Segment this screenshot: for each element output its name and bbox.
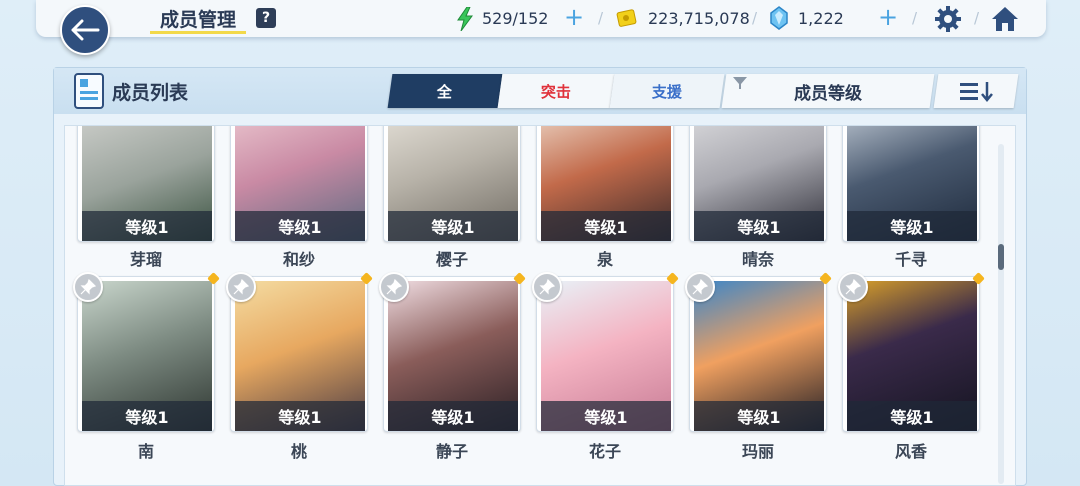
tab-striker[interactable]: 突击 xyxy=(497,74,615,108)
settings-gear-icon[interactable] xyxy=(934,5,962,33)
member-list-panel: 成员列表 全 突击 支援 成员等级 等级1 芽瑠 等级1 和纱 等级1 樱子 等… xyxy=(53,67,1027,486)
character-portrait: 等级1 xyxy=(847,126,977,241)
character-level: 等级1 xyxy=(541,211,671,241)
pin-button[interactable] xyxy=(838,272,868,302)
character-level: 等级1 xyxy=(847,401,977,431)
character-name: 南 xyxy=(137,442,154,461)
home-icon[interactable] xyxy=(990,5,1020,33)
member-list-icon xyxy=(74,73,104,109)
sort-label: 成员等级 xyxy=(794,83,862,104)
character-card[interactable]: 等级1 xyxy=(689,126,827,242)
pyroxene-plus-button[interactable]: + xyxy=(878,5,898,29)
pyroxene-value: 1,222 xyxy=(798,9,844,28)
separator: / xyxy=(974,9,980,27)
character-name: 晴奈 xyxy=(741,250,774,269)
character-name: 和纱 xyxy=(282,250,315,269)
character-level: 等级1 xyxy=(694,211,824,241)
character-level: 等级1 xyxy=(847,211,977,241)
character-card[interactable]: 等级1 xyxy=(536,126,674,242)
character-portrait: 等级1 xyxy=(388,126,518,241)
character-portrait: 等级1 xyxy=(235,126,365,241)
credit-icon xyxy=(616,9,637,27)
character-portrait: 等级1 xyxy=(694,126,824,241)
character-portrait: 等级1 xyxy=(388,281,518,431)
pin-icon xyxy=(233,279,249,295)
sort-order-icon xyxy=(960,82,993,102)
character-name: 千寻 xyxy=(894,250,927,269)
credits-value: 223,715,078 xyxy=(648,9,750,28)
character-portrait: 等级1 xyxy=(541,126,671,241)
character-card[interactable]: 等级1 xyxy=(689,276,827,432)
character-portrait: 等级1 xyxy=(82,281,212,431)
panel-title: 成员列表 xyxy=(112,82,189,104)
character-card[interactable]: 等级1 xyxy=(842,276,980,432)
character-level: 等级1 xyxy=(694,401,824,431)
help-button[interactable]: ? xyxy=(256,8,276,28)
character-level: 等级1 xyxy=(82,211,212,241)
ap-plus-button[interactable]: + xyxy=(564,5,584,29)
ap-energy-icon xyxy=(457,7,473,31)
pin-button[interactable] xyxy=(532,272,562,302)
title-underline xyxy=(150,31,246,34)
character-level: 等级1 xyxy=(82,401,212,431)
tab-special-label: 支援 xyxy=(651,82,682,101)
top-bar: 成员管理 ? 529/152 + / 223,715,078 / 1,222 +… xyxy=(36,0,1046,37)
separator: / xyxy=(598,9,604,27)
sort-order-button[interactable] xyxy=(933,74,1019,108)
character-name: 芽瑠 xyxy=(129,250,162,269)
character-level: 等级1 xyxy=(388,401,518,431)
pin-icon xyxy=(80,279,96,295)
character-name: 静子 xyxy=(435,442,468,461)
tab-all[interactable]: 全 xyxy=(387,74,503,108)
separator: / xyxy=(752,9,758,27)
separator: / xyxy=(912,9,918,27)
pin-icon xyxy=(539,279,555,295)
character-portrait: 等级1 xyxy=(541,281,671,431)
character-card[interactable]: 等级1 xyxy=(383,126,521,242)
character-card[interactable]: 等级1 xyxy=(230,126,368,242)
pin-button[interactable] xyxy=(685,272,715,302)
ap-value: 529/152 xyxy=(482,9,549,28)
character-card[interactable]: 等级1 xyxy=(536,276,674,432)
pin-button[interactable] xyxy=(226,272,256,302)
page-title: 成员管理 xyxy=(160,9,237,31)
character-card[interactable]: 等级1 xyxy=(383,276,521,432)
pin-button[interactable] xyxy=(379,272,409,302)
character-name: 樱子 xyxy=(435,250,468,269)
character-level: 等级1 xyxy=(541,401,671,431)
character-portrait: 等级1 xyxy=(82,126,212,241)
back-arrow-icon xyxy=(71,19,100,41)
character-card[interactable]: 等级1 xyxy=(77,126,215,242)
tab-striker-label: 突击 xyxy=(540,82,571,101)
character-name: 花子 xyxy=(588,442,621,461)
scrollbar[interactable] xyxy=(998,144,1004,484)
character-level: 等级1 xyxy=(235,211,365,241)
character-card[interactable]: 等级1 xyxy=(77,276,215,432)
character-name: 风香 xyxy=(894,442,927,461)
back-button[interactable] xyxy=(60,5,110,55)
character-portrait: 等级1 xyxy=(235,281,365,431)
panel-header: 成员列表 全 突击 支援 成员等级 xyxy=(54,68,1026,114)
tab-special[interactable]: 支援 xyxy=(609,74,725,108)
pin-icon xyxy=(692,279,708,295)
character-level: 等级1 xyxy=(388,211,518,241)
pin-icon xyxy=(845,279,861,295)
character-portrait: 等级1 xyxy=(847,281,977,431)
character-name: 桃 xyxy=(290,442,307,461)
pyroxene-icon xyxy=(770,6,788,30)
character-name: 玛丽 xyxy=(741,442,774,461)
pin-button[interactable] xyxy=(73,272,103,302)
tab-all-label: 全 xyxy=(437,82,453,101)
character-grid[interactable]: 等级1 芽瑠 等级1 和纱 等级1 樱子 等级1 泉 等级1 晴奈 等级1 千寻… xyxy=(64,125,1016,486)
character-card[interactable]: 等级1 xyxy=(842,126,980,242)
character-name: 泉 xyxy=(596,250,613,269)
character-level: 等级1 xyxy=(235,401,365,431)
character-portrait: 等级1 xyxy=(694,281,824,431)
character-card[interactable]: 等级1 xyxy=(230,276,368,432)
scrollbar-thumb[interactable] xyxy=(998,244,1004,270)
pin-icon xyxy=(386,279,402,295)
